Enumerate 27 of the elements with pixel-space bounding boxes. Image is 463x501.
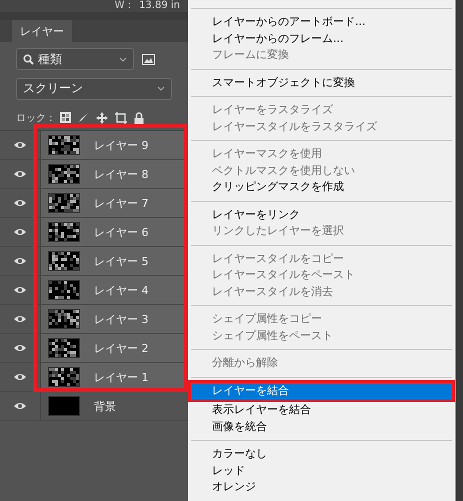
filter-dropdown[interactable]: 種類	[16, 48, 134, 70]
menu-item[interactable]: レイヤーをリンク	[188, 206, 455, 223]
menu-item[interactable]: カラーなし	[188, 446, 455, 462]
menu-item[interactable]: クリッピングマスクを作成	[188, 179, 455, 196]
layer-name: レイヤー 5	[94, 254, 148, 268]
menu-item[interactable]: レイヤーを結合	[191, 382, 452, 399]
width-label: W :	[114, 0, 132, 12]
lock-label: ロック :	[16, 112, 53, 124]
menu-item[interactable]: 画像を統合	[188, 418, 455, 435]
layer-name: 背景	[94, 398, 116, 414]
layer-name: レイヤー 7	[94, 196, 148, 210]
menu-item[interactable]: レッド	[188, 462, 455, 479]
layer-name: レイヤー 8	[94, 166, 148, 182]
layer-name: レイヤー 2	[94, 340, 148, 356]
panel-tab[interactable]: レイヤー	[12, 20, 72, 42]
layer-name: レイヤー 1	[94, 370, 148, 384]
menu-item[interactable]: オレンジ	[188, 479, 455, 496]
layer-name: レイヤー 6	[94, 224, 148, 240]
layer-name: レイヤー 4	[94, 282, 148, 298]
layer-name: レイヤー 9	[94, 138, 148, 152]
layer-name: レイヤー 3	[94, 312, 148, 326]
width-value[interactable]: 13.89 in	[139, 0, 180, 12]
menu-item[interactable]: 表示レイヤーを結合	[188, 402, 455, 418]
menu-item[interactable]: レイヤーからのアートボード...	[188, 14, 455, 30]
menu-item[interactable]: スマートオブジェクトに変換	[188, 74, 455, 91]
blend-mode-dropdown[interactable]: スクリーン	[16, 78, 172, 100]
menu-item[interactable]: レイヤーからのフレーム...	[188, 30, 455, 47]
